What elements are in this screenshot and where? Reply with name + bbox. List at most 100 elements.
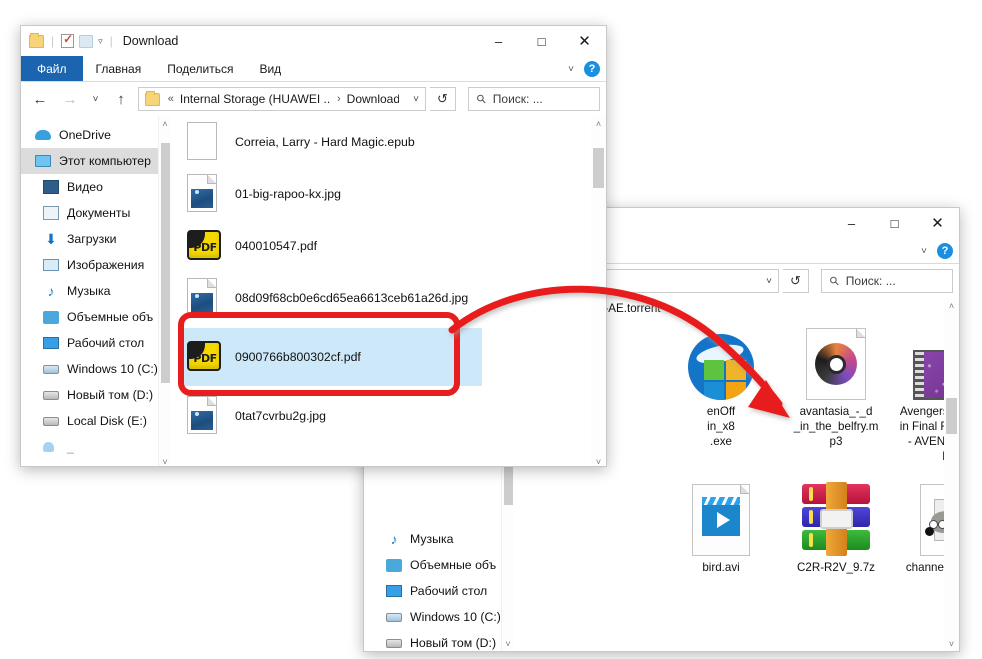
back-button[interactable]: ← [27, 86, 53, 112]
properties-icon[interactable] [61, 32, 75, 48]
window-title: Download [122, 34, 179, 48]
scroll-down-icon[interactable]: ˅ [505, 636, 510, 651]
folder-icon[interactable] [29, 32, 44, 48]
up-button[interactable]: ↑ [108, 86, 134, 112]
new-folder-icon[interactable] [79, 34, 94, 48]
chevron-down-icon[interactable]: ˅ [921, 246, 927, 257]
music-icon: ♪ [390, 531, 398, 547]
window1-titlebar[interactable]: | ▿ | Download – □ ✕ [21, 26, 606, 56]
breadcrumb-segment-storage[interactable]: Internal Storage (HUAWEI ... [180, 92, 331, 106]
breadcrumb-overflow-icon[interactable]: « [168, 93, 174, 105]
list-item[interactable]: 08d09f68cb0e6cd65ea6613ceb61a26d.jpg [171, 272, 606, 324]
tab-file[interactable]: Файл [21, 56, 83, 81]
file-name: 0tat7cvrbu2g.jpg [235, 408, 326, 423]
sidebar-item-music[interactable]: ♪ Музыка [21, 278, 171, 304]
file-list-scrollbar[interactable]: ˄ ˅ [591, 116, 606, 466]
list-item[interactable]: PDF 040010547.pdf [171, 220, 606, 272]
address-bar[interactable]: « Internal Storage (HUAWEI ... › Downloa… [138, 87, 426, 111]
list-item-selected[interactable]: PDF 0900766b800302cf.pdf [181, 328, 482, 386]
sidebar-item-local-disk-e[interactable]: Local Disk (E:) [21, 408, 171, 434]
drive-icon [386, 609, 402, 625]
sidebar-item-label: Windows 10 (C:) [410, 610, 501, 624]
sidebar-item-label: OneDrive [59, 128, 111, 142]
maximize-button[interactable]: □ [520, 26, 563, 56]
window2-ribbon-right: ˅ ? [921, 238, 953, 264]
maximize-button[interactable]: □ [873, 208, 916, 238]
sidebar-item-this-pc[interactable]: Этот компьютер [21, 148, 171, 174]
grid-item-bird-avi[interactable]: bird.avi [669, 478, 773, 575]
sidebar-item-3d-objects[interactable]: Объемные объ [21, 304, 171, 330]
window1-ribbon[interactable]: Файл Главная Поделиться Вид ˅ ? [21, 56, 606, 82]
scroll-down-icon[interactable]: ˅ [596, 454, 601, 466]
close-button[interactable]: ✕ [916, 208, 959, 238]
sidebar-item-desktop[interactable]: Рабочий стол [364, 578, 514, 604]
sidebar-item-volume-d[interactable]: Новый том (D:) [21, 382, 171, 408]
scroll-up-icon[interactable]: ˄ [162, 116, 167, 132]
breadcrumb-segment-download[interactable]: Download [347, 92, 400, 106]
grid-item-avantasia-mp3[interactable]: avantasia_-_d _in_the_belfry.m p3 [784, 322, 888, 449]
mp3-file-icon [784, 322, 888, 400]
minimize-button[interactable]: – [830, 208, 873, 238]
scroll-up-icon[interactable]: ˄ [596, 116, 601, 132]
scroll-down-icon[interactable]: ˅ [162, 454, 167, 466]
explorer-window-download[interactable]: | ▿ | Download – □ ✕ Файл Главная Подели… [20, 25, 607, 467]
sidebar-item-music[interactable]: ♪ Музыка [364, 526, 514, 552]
sidebar-item-network[interactable]: _ [21, 434, 171, 460]
grid-item-label: enOff in_x8 .exe [706, 405, 736, 449]
desktop-icon [386, 583, 402, 599]
grid-item-openoffice[interactable]: enOff in_x8 .exe [669, 322, 773, 449]
search-input[interactable]: ⚲ Поиск: ... [468, 87, 600, 111]
chevron-down-icon[interactable]: ˅ [758, 276, 772, 287]
network-icon [43, 439, 59, 455]
minimize-button[interactable]: – [477, 26, 520, 56]
forward-button[interactable]: → [57, 86, 83, 112]
close-button[interactable]: ✕ [563, 26, 606, 56]
help-icon[interactable]: ? [937, 243, 953, 259]
refresh-button[interactable]: ↺ [783, 269, 809, 293]
scroll-thumb[interactable] [593, 148, 604, 188]
divider: | [109, 34, 113, 48]
sidebar-item-windows-c[interactable]: Windows 10 (C:) [364, 604, 514, 630]
grid-item-c2r-archive[interactable]: C2R-R2V_9.7z [784, 478, 888, 575]
list-item[interactable]: Correia, Larry - Hard Magic.epub [171, 116, 606, 168]
file-grid-scrollbar[interactable]: ˄ ˅ [944, 298, 959, 651]
sidebar-item-volume-d[interactable]: Новый том (D:) [364, 630, 514, 651]
search-placeholder: Поиск: ... [492, 92, 543, 106]
list-item[interactable]: 0tat7cvrbu2g.jpg [171, 390, 606, 442]
image-file-icon [187, 174, 221, 214]
refresh-button[interactable]: ↺ [430, 87, 456, 111]
sidebar-item-label: Музыка [410, 532, 454, 546]
tab-view[interactable]: Вид [246, 56, 294, 81]
sidebar-item-videos[interactable]: Видео [21, 174, 171, 200]
sidebar-item-documents[interactable]: Документы [21, 200, 171, 226]
sidebar-item-pictures[interactable]: Изображения [21, 252, 171, 278]
pictures-icon [43, 257, 59, 273]
scroll-up-icon[interactable]: ˄ [949, 298, 954, 314]
music-icon: ♪ [47, 283, 55, 299]
search-icon: ⚲ [826, 272, 843, 290]
tab-share[interactable]: Поделиться [154, 56, 246, 81]
sidebar-item-label: Музыка [67, 284, 111, 298]
quick-access-toolbar[interactable]: | ▿ | [29, 32, 115, 48]
file-name: 040010547.pdf [235, 238, 318, 253]
scroll-thumb[interactable] [946, 398, 957, 434]
help-icon[interactable]: ? [584, 61, 600, 77]
sidebar-item-desktop[interactable]: Рабочий стол [21, 330, 171, 356]
recent-locations-button[interactable]: ˅ [87, 86, 104, 112]
list-item[interactable]: 01-big-rapoo-kx.jpg [171, 168, 606, 220]
search-input[interactable]: ⚲ Поиск: ... [821, 269, 953, 293]
nav-scrollbar[interactable]: ˄ ˅ [158, 116, 171, 466]
sidebar-item-windows-c[interactable]: Windows 10 (C:) [21, 356, 171, 382]
window1-file-list[interactable]: Correia, Larry - Hard Magic.epub 01-big-… [171, 116, 606, 466]
search-placeholder: Поиск: ... [845, 274, 896, 288]
scroll-thumb[interactable] [160, 143, 170, 383]
sidebar-item-onedrive[interactable]: OneDrive [21, 122, 171, 148]
scroll-down-icon[interactable]: ˅ [949, 636, 954, 651]
chevron-down-icon[interactable]: ˅ [405, 94, 419, 105]
chevron-down-icon[interactable]: ˅ [568, 64, 574, 75]
sidebar-item-downloads[interactable]: ⬇ Загрузки [21, 226, 171, 252]
window1-nav-pane[interactable]: OneDrive Этот компьютер Видео Документы … [21, 116, 171, 466]
sidebar-item-3d-objects[interactable]: Объемные объ [364, 552, 514, 578]
tab-home[interactable]: Главная [83, 56, 155, 81]
customize-chevron-icon[interactable]: ▿ [98, 36, 103, 47]
